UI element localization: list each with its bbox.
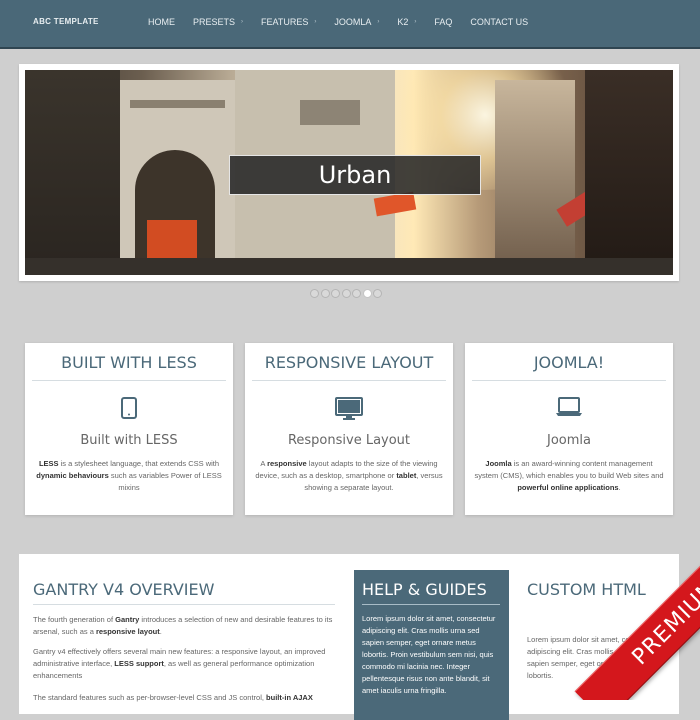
- feature-card-text: Joomla is an award-winning content manag…: [474, 458, 664, 494]
- feature-card-text: LESS is a stylesheet language, that exte…: [34, 458, 224, 494]
- help-text: Lorem ipsum dolor sit amet, consectetur …: [362, 614, 496, 695]
- feature-card-text: A responsive layout adapts to the size o…: [254, 458, 444, 494]
- feature-card: BUILT WITH LESS Built with LESS LESS is a …: [25, 343, 233, 515]
- site-header: ABC TEMPLATE HOME PRESETS › FEATURES › JOOMLA…: [0, 0, 700, 49]
- overview-title: GANTRY V4 OVERVIEW: [33, 580, 215, 599]
- feature-card: RESPONSIVE LAYOUT Responsive Layout A resp…: [245, 343, 453, 515]
- far-right-building: [585, 70, 673, 275]
- emphasis-text: Gantry: [115, 615, 140, 624]
- body-text: .: [159, 627, 162, 636]
- emphasis-text: dynamic behaviours: [36, 471, 109, 480]
- emphasis-text: built-in AJAX: [266, 693, 313, 702]
- main-nav: HOME PRESETS › FEATURES › JOOMLA › K2 › FAQ CONTAC…: [148, 17, 546, 27]
- body-text: is a stylesheet language, that extends C…: [58, 459, 220, 468]
- body-text: The fourth generation of: [33, 615, 116, 624]
- feature-card-subtitle: Responsive Layout: [287, 433, 411, 448]
- help-title: HELP & GUIDES: [362, 580, 487, 599]
- left-building: [25, 70, 120, 275]
- feature-card-divider: [32, 380, 226, 381]
- tablet-icon: [25, 397, 233, 421]
- nav-item-joomla[interactable]: JOOMLA ›: [334, 17, 379, 27]
- body-text: such as variables Power of LESS mixins: [108, 471, 222, 492]
- ribbon-label: PREMIUM: [627, 574, 700, 670]
- slide-dot[interactable]: [331, 289, 340, 298]
- chevron-right-icon: ›: [241, 19, 244, 25]
- slide-caption-box: Urban: [229, 155, 481, 195]
- nav-item-faq[interactable]: FAQ: [434, 17, 452, 27]
- feature-card-title: BUILT WITH LESS: [61, 353, 197, 372]
- overview-paragraph: The fourth generation of Gantry introduc…: [33, 614, 333, 638]
- desktop-icon: [245, 397, 453, 421]
- slideshow: Urban: [19, 64, 679, 281]
- slide-dot[interactable]: [341, 289, 351, 298]
- overview-paragraph: Gantry v4 effectively offers several mai…: [33, 646, 333, 682]
- right-building: [495, 80, 575, 275]
- emphasis-text: tablet: [396, 471, 417, 480]
- nav-item-presets[interactable]: PRESETS ›: [193, 17, 243, 27]
- premium-ribbon: PREMIUM: [540, 540, 700, 700]
- nav-label: FAQ: [434, 17, 453, 27]
- slide-dot[interactable]: [373, 289, 382, 298]
- nav-item-k2[interactable]: K2 ›: [397, 17, 416, 27]
- laptop-icon: [465, 397, 673, 421]
- balcony-center: [300, 100, 360, 125]
- slide-caption: Urban: [318, 161, 392, 189]
- overview-divider: [33, 604, 335, 605]
- slide-dot[interactable]: [310, 289, 319, 298]
- help-divider: [362, 604, 500, 605]
- ribbon-band: PREMIUM: [574, 540, 700, 700]
- nav-label: HOME: [148, 17, 175, 27]
- feature-card-divider: [252, 380, 446, 381]
- slide-dot[interactable]: [320, 289, 330, 298]
- balcony: [130, 100, 225, 108]
- chevron-right-icon: ›: [314, 19, 317, 25]
- feature-card-title: RESPONSIVE LAYOUT: [264, 353, 434, 372]
- nav-label: K2: [397, 17, 409, 27]
- emphasis-text: powerful online applications: [517, 483, 619, 492]
- body-text: .: [618, 483, 621, 492]
- nav-item-contact-us[interactable]: CONTACT US: [470, 17, 528, 27]
- nav-label: CONTACT US: [470, 17, 529, 27]
- feature-card-subtitle: Joomla: [547, 433, 591, 448]
- slide-dot[interactable]: [362, 289, 372, 298]
- nav-label: JOOMLA: [334, 17, 372, 27]
- overview-paragraph: The standard features such as per-browse…: [33, 692, 333, 704]
- site-logo[interactable]: ABC TEMPLATE: [33, 17, 99, 26]
- emphasis-text: LESS: [38, 459, 59, 468]
- emphasis-text: LESS support: [114, 659, 164, 668]
- emphasis-text: Joomla: [485, 459, 512, 468]
- nav-label: FEATURES: [261, 17, 309, 27]
- emphasis-text: responsive: [267, 459, 307, 468]
- feature-card-divider: [472, 380, 666, 381]
- slide-dot[interactable]: [352, 289, 361, 298]
- feature-card-title: JOOMLA!: [533, 353, 605, 372]
- street: [25, 258, 673, 275]
- nav-item-home[interactable]: HOME: [148, 17, 175, 27]
- body-text: The standard features such as per-browse…: [33, 693, 267, 702]
- feature-card-subtitle: Built with LESS: [80, 433, 178, 448]
- nav-item-features[interactable]: FEATURES ›: [261, 17, 316, 27]
- feature-card: JOOMLA! Joomla Joomla is an award-winning …: [465, 343, 673, 515]
- help-guides-panel: HELP & GUIDES Lorem ipsum dolor sit amet…: [354, 570, 509, 720]
- emphasis-text: responsive layout: [95, 627, 160, 636]
- slide-image-urban[interactable]: Urban: [25, 70, 673, 275]
- chevron-right-icon: ›: [377, 19, 380, 25]
- slideshow-pagination: [310, 289, 384, 298]
- chevron-right-icon: ›: [414, 19, 417, 25]
- nav-label: PRESETS: [193, 17, 236, 27]
